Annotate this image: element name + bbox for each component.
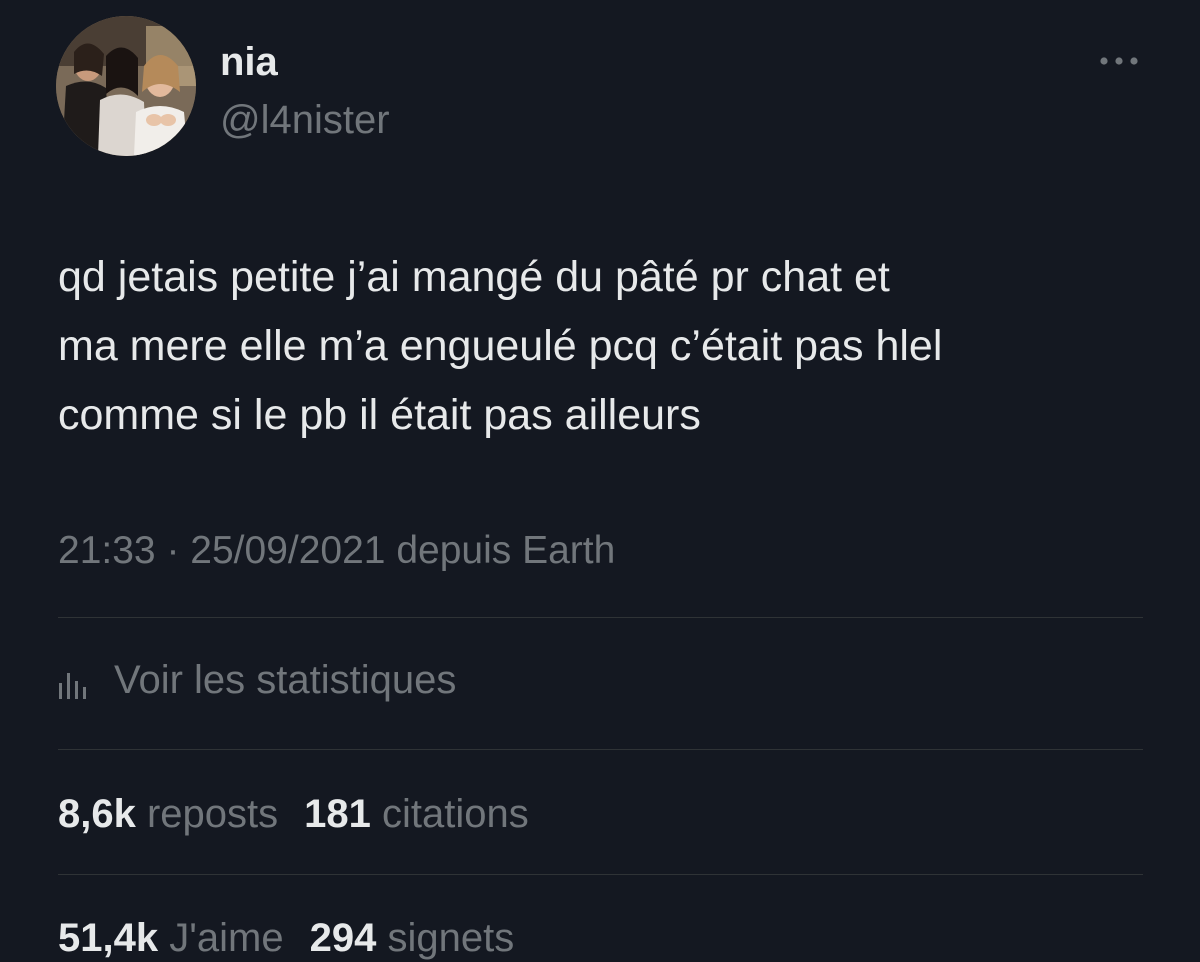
view-statistics-link[interactable]: Voir les statistiques (58, 656, 456, 704)
quotes-count[interactable]: 181 citations (304, 792, 529, 836)
tweet-text-line: qd jetais petite j’ai mangé du pâté pr c… (58, 253, 890, 301)
divider (58, 874, 1143, 875)
more-horizontal-icon[interactable] (1096, 50, 1142, 72)
bar-chart-icon (59, 673, 86, 699)
likes-label: J'aime (169, 916, 284, 960)
tweet-text: qd jetais petite j’ai mangé du pâté pr c… (58, 243, 1168, 450)
reposts-count[interactable]: 8,6k reposts (58, 792, 278, 836)
tweet-text-line: ma mere elle m’a engueulé pcq c’était pa… (58, 322, 943, 370)
tweet-source: depuis Earth (396, 529, 616, 572)
likes-value: 51,4k (58, 916, 159, 960)
quotes-value: 181 (304, 792, 371, 836)
meta-separator: · (166, 529, 180, 572)
tweet-time[interactable]: 21:33 (58, 529, 156, 572)
display-name[interactable]: nia (220, 38, 278, 86)
tweet-date[interactable]: 25/09/2021 (190, 529, 385, 572)
bookmarks-value: 294 (309, 916, 377, 960)
engagement-row-likes: 51,4k J'aime 294 signets (58, 914, 514, 962)
engagement-row-reposts: 8,6k reposts 181 citations (58, 790, 529, 838)
profile-photo (56, 16, 196, 156)
tweet-meta: 21:33 · 25/09/2021 depuis Earth (58, 527, 615, 575)
avatar[interactable] (56, 16, 196, 156)
view-statistics-label: Voir les statistiques (114, 657, 457, 702)
tweet-text-line: comme si le pb il était pas ailleurs (58, 391, 701, 439)
divider (58, 749, 1143, 750)
user-handle[interactable]: @l4nister (220, 96, 390, 144)
quotes-label: citations (382, 792, 529, 836)
divider (58, 617, 1143, 618)
bookmarks-label: signets (387, 916, 515, 960)
reposts-label: reposts (146, 792, 279, 836)
bookmarks-count[interactable]: 294 signets (310, 916, 515, 960)
reposts-value: 8,6k (58, 792, 136, 836)
likes-count[interactable]: 51,4k J'aime (58, 916, 284, 960)
